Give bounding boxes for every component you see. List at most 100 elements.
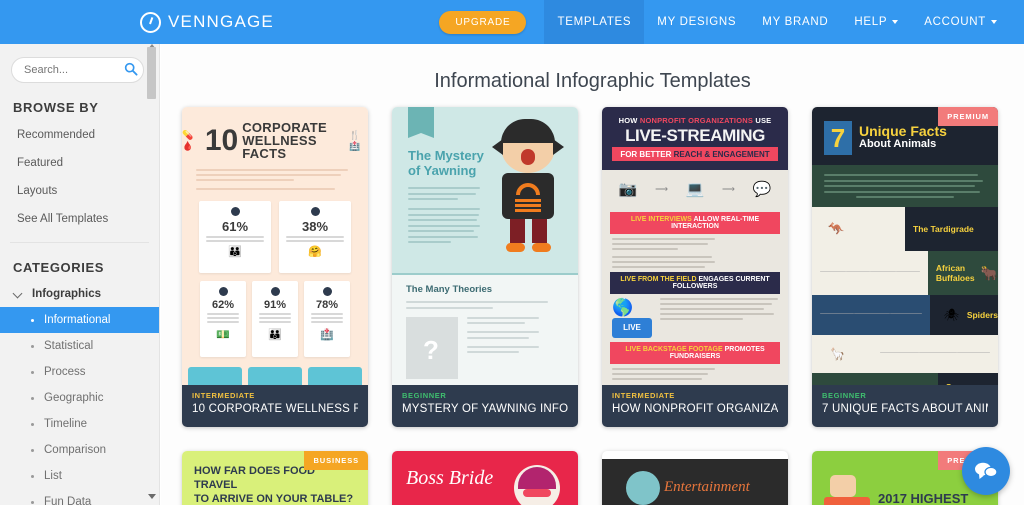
animal-text-cell (812, 295, 930, 335)
decor-icons: 🍴🏥 (349, 129, 361, 151)
scroll-down-arrow-icon[interactable] (148, 494, 156, 499)
sidebar-group-infographics[interactable]: Infographics (0, 281, 159, 307)
thumb-subhead: FOR BETTER REACH & ENGAGEMENT (612, 147, 778, 161)
sidebar-item-statistical[interactable]: Statistical (0, 333, 159, 359)
template-thumbnail: Boss Bride (392, 451, 578, 505)
sidebar-item-process[interactable]: Process (0, 359, 159, 385)
thumb-section-heading: The Many Theories (406, 284, 493, 295)
chevron-down-icon (14, 289, 24, 299)
nav-item-my-designs[interactable]: MY DESIGNS (644, 0, 749, 44)
template-thumbnail: The Mystery of Yawning The Many Theories… (392, 107, 578, 427)
nav-right-group: UPGRADE TEMPLATES MY DESIGNS MY BRAND HE… (439, 0, 1024, 44)
sidebar-item-timeline[interactable]: Timeline (0, 411, 159, 437)
card-title: 7 UNIQUE FACTS ABOUT ANIMALS (822, 403, 988, 415)
thumb-title-line1: The Mystery (408, 148, 484, 163)
animal-label-cell: African Buffaloes 🐂 (927, 251, 998, 295)
sidebar-item-fun-data[interactable]: Fun Data (0, 489, 159, 505)
bullet-icon (31, 344, 34, 348)
search-box (11, 57, 148, 83)
bullet-icon (31, 370, 34, 374)
sidebar-item-statistical-label: Statistical (44, 340, 94, 352)
thumb-paragraph-2 (612, 368, 778, 380)
card-level-badge: BEGINNER (822, 391, 867, 400)
template-grid: 💊🩸 10 CORPORATE WELLNESS FACTS 🍴🏥 61% 👪 … (182, 107, 1008, 427)
sidebar-item-featured[interactable]: Featured (0, 149, 159, 177)
stat-card: 91% 👪 (252, 281, 298, 357)
nav-item-templates[interactable]: TEMPLATES (544, 0, 645, 44)
sidebar-item-see-all-templates[interactable]: See All Templates (0, 205, 159, 233)
sidebar-item-layouts[interactable]: Layouts (0, 177, 159, 205)
nav-item-templates-label: TEMPLATES (557, 16, 632, 28)
section-band-3: LIVE BACKSTAGE FOOTAGE PROMOTES FUNDRAIS… (610, 342, 780, 364)
thumb-paragraph (408, 187, 480, 247)
section-band-1: LIVE INTERVIEWS ALLOW REAL-TIME INTERACT… (610, 212, 780, 234)
template-thumbnail: 7 Unique Facts About Animals 🦘 The Tardi… (812, 107, 998, 427)
stat-value: 78% (315, 299, 339, 311)
bullet-icon (31, 422, 34, 426)
template-card-unique-facts-animals[interactable]: PREMIUM 7 Unique Facts About Animals 🦘 T… (812, 107, 998, 427)
nav-item-account[interactable]: ACCOUNT (911, 0, 1010, 44)
nav-item-help-label: HELP (854, 16, 888, 28)
sidebar: BROWSE BY Recommended Featured Layouts S… (0, 44, 160, 505)
template-card-food-travel[interactable]: BUSINESS HOW FAR DOES FOOD TRAVEL TO ARR… (182, 451, 368, 505)
animal-text-cell (872, 335, 998, 373)
main-content: Informational Infographic Templates 💊🩸 1… (161, 44, 1024, 505)
card-footer: INTERMEDIATE 10 CORPORATE WELLNESS FACTS (182, 385, 368, 427)
upgrade-button[interactable]: UPGRADE (439, 10, 527, 34)
thumb-paragraph (196, 169, 354, 190)
thumb-title-line1: Unique Facts (859, 123, 947, 140)
sidebar-item-comparison-label: Comparison (44, 444, 106, 456)
question-mark-icon (406, 316, 458, 379)
nav-item-my-brand[interactable]: MY BRAND (749, 0, 841, 44)
sidebar-scrollbar[interactable] (147, 44, 156, 505)
stat-value: 38% (301, 219, 329, 234)
template-thumbnail: 💊🩸 10 CORPORATE WELLNESS FACTS 🍴🏥 61% 👪 … (182, 107, 368, 427)
card-footer: BEGINNER MYSTERY OF YAWNING INFOGRA... (392, 385, 578, 427)
sidebar-item-comparison[interactable]: Comparison (0, 437, 159, 463)
nav-item-account-label: ACCOUNT (924, 16, 986, 28)
card-level-badge: INTERMEDIATE (612, 391, 675, 400)
card-title: HOW NONPROFIT ORGANIZATIO... (612, 403, 778, 415)
thumb-title-line2: TO ARRIVE ON YOUR TABLE? (194, 492, 354, 505)
sidebar-item-list[interactable]: List (0, 463, 159, 489)
sidebar-group-label: Infographics (32, 288, 102, 300)
template-card-mystery-of-yawning[interactable]: The Mystery of Yawning The Many Theories… (392, 107, 578, 427)
animal-text-cell (812, 251, 928, 295)
sidebar-item-informational[interactable]: Informational (0, 307, 159, 333)
decor-icons: 💊🩸 (182, 129, 194, 151)
card-level-badge: BEGINNER (402, 391, 447, 400)
sidebar-scrollbar-thumb[interactable] (147, 47, 156, 99)
template-thumbnail: Entertainment (602, 459, 788, 505)
template-card-boss-bride[interactable]: Boss Bride (392, 451, 578, 505)
card-level-badge: INTERMEDIATE (192, 391, 255, 400)
chat-widget-button[interactable] (962, 447, 1010, 495)
template-card-nonprofit-live-streaming[interactable]: HOW NONPROFIT ORGANIZATIONS USE LIVE-STR… (602, 107, 788, 427)
search-icon[interactable] (124, 62, 138, 76)
sidebar-item-geographic[interactable]: Geographic (0, 385, 159, 411)
sidebar-item-informational-label: Informational (44, 314, 111, 326)
top-navigation-bar: VENNGAGE UPGRADE TEMPLATES MY DESIGNS MY… (0, 0, 1024, 44)
chevron-down-icon (892, 20, 899, 24)
stat-value: 62% (211, 299, 235, 311)
sidebar-item-recommended[interactable]: Recommended (0, 121, 159, 149)
logo-text: VENNGAGE (168, 12, 274, 31)
yawning-character-illustration (486, 119, 570, 252)
venngage-logo[interactable]: VENNGAGE (140, 11, 274, 33)
thumb-intro-paragraph (812, 165, 998, 207)
stat-card: 62% 💵 (200, 281, 246, 357)
template-card-corporate-wellness[interactable]: 💊🩸 10 CORPORATE WELLNESS FACTS 🍴🏥 61% 👪 … (182, 107, 368, 427)
nav-item-my-brand-label: MY BRAND (762, 16, 829, 28)
card-title: 10 CORPORATE WELLNESS FACTS (192, 403, 358, 415)
template-card-entertainment[interactable]: Entertainment (602, 451, 788, 505)
bullet-icon (31, 396, 34, 400)
animal-label: Spiders (966, 310, 998, 320)
nav-item-help[interactable]: HELP (841, 0, 911, 44)
animal-icon-cell: 🦘 (812, 207, 905, 251)
thumb-headline-small: HOW NONPROFIT ORGANIZATIONS USE (618, 116, 772, 125)
thumb-title-line1: 2017 HIGHEST (878, 491, 969, 505)
ribbon-tag (408, 107, 434, 138)
card-title: MYSTERY OF YAWNING INFOGRA... (402, 403, 568, 415)
browse-by-heading: BROWSE BY (13, 100, 99, 115)
animal-label: The Tardigrade (913, 224, 974, 234)
thumb-title-line2: of Yawning (408, 162, 477, 178)
